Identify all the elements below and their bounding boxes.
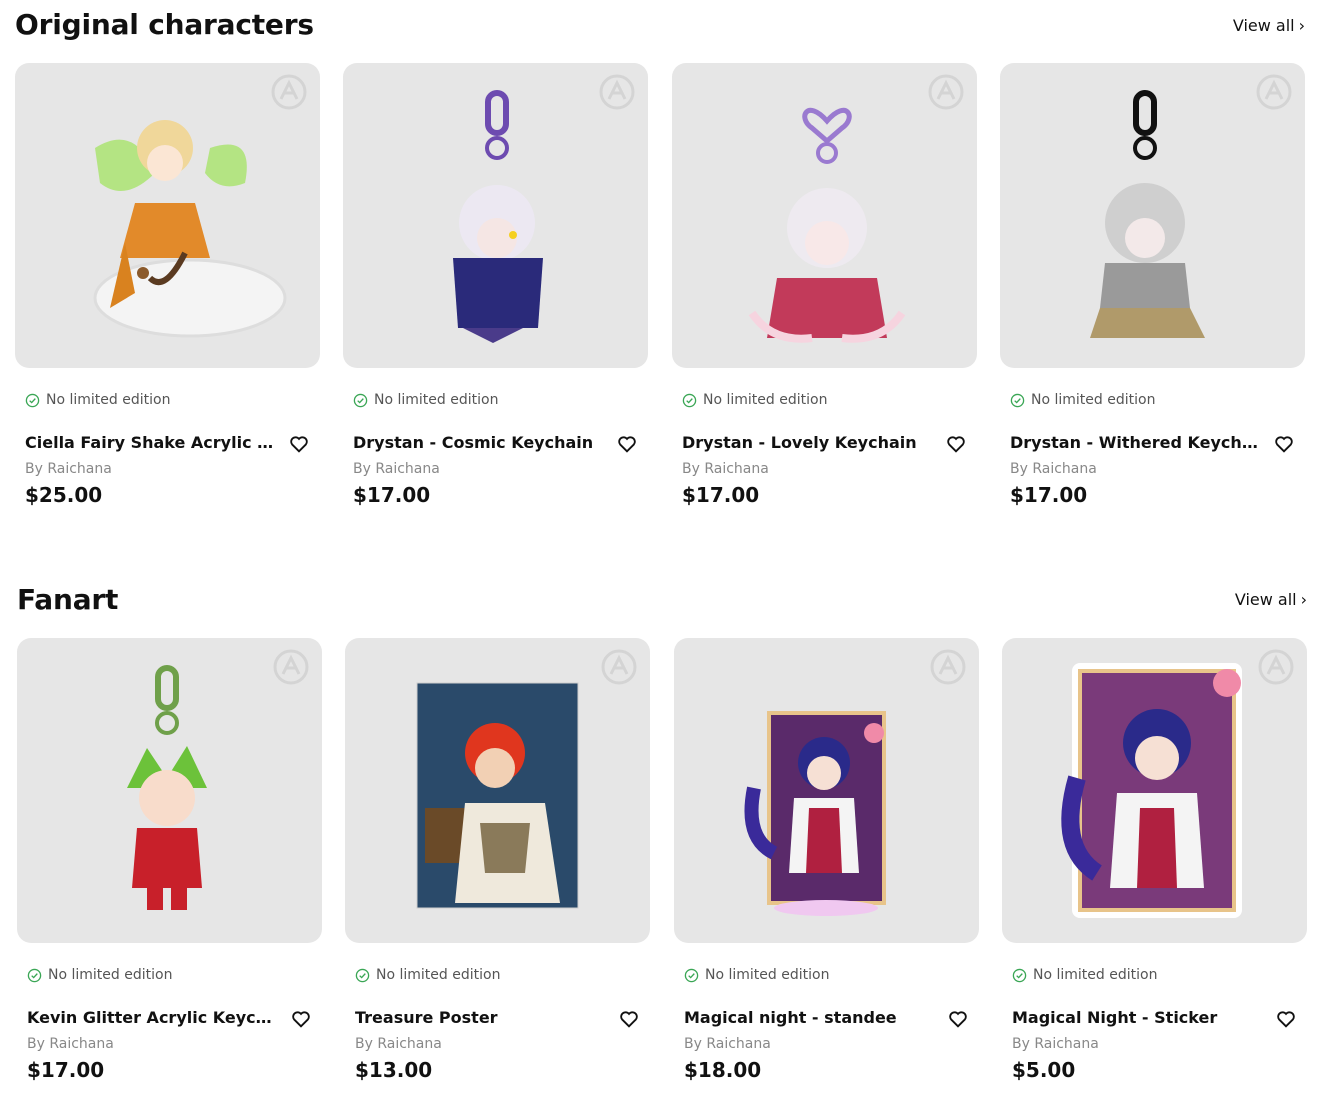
product-image[interactable]: [1002, 638, 1307, 943]
check-circle-icon: [684, 968, 699, 982]
edition-status: No limited edition: [1010, 392, 1155, 408]
edition-status: No limited edition: [27, 967, 172, 983]
product-image[interactable]: [672, 63, 977, 368]
product-author[interactable]: By Raichana: [27, 1036, 114, 1052]
heart-icon[interactable]: [618, 1008, 640, 1030]
heart-icon[interactable]: [1273, 433, 1295, 455]
product-title[interactable]: Drystan - Cosmic Keychain: [353, 433, 603, 452]
heart-icon[interactable]: [616, 433, 638, 455]
brand-logo-icon: [928, 74, 964, 110]
product-image[interactable]: [674, 638, 979, 943]
section-fanart: Fanart View all › No limited edition Kev…: [0, 575, 1335, 1105]
chevron-right-icon: ›: [1300, 590, 1307, 609]
edition-label: No limited edition: [1031, 392, 1156, 408]
edition-status: No limited edition: [353, 392, 498, 408]
product-card[interactable]: No limited edition Magical night - stand…: [674, 638, 979, 1082]
check-circle-icon: [353, 393, 368, 407]
edition-label: No limited edition: [48, 967, 173, 983]
view-all-label: View all: [1232, 16, 1295, 35]
view-all-link[interactable]: View all ›: [1233, 16, 1305, 35]
edition-label: No limited edition: [703, 392, 828, 408]
product-image[interactable]: [345, 638, 650, 943]
edition-label: No limited edition: [374, 392, 499, 408]
edition-status: No limited edition: [684, 967, 829, 983]
product-price: $18.00: [684, 1058, 762, 1082]
edition-status: No limited edition: [682, 392, 827, 408]
product-card[interactable]: No limited edition Drystan - Withered Ke…: [1000, 63, 1305, 507]
product-card[interactable]: No limited edition Drystan - Lovely Keyc…: [672, 63, 977, 507]
product-title[interactable]: Magical Night - Sticker: [1012, 1008, 1262, 1027]
heart-icon[interactable]: [1275, 1008, 1297, 1030]
check-circle-icon: [1012, 968, 1027, 982]
brand-logo-icon: [930, 649, 966, 685]
product-price: $25.00: [25, 483, 103, 507]
heart-icon[interactable]: [947, 1008, 969, 1030]
section-title: Original characters: [15, 8, 314, 41]
edition-status: No limited edition: [355, 967, 500, 983]
product-title[interactable]: Kevin Glitter Acrylic Keychai...: [27, 1008, 277, 1027]
product-price: $17.00: [353, 483, 431, 507]
brand-logo-icon: [1258, 649, 1294, 685]
brand-logo-icon: [273, 649, 309, 685]
product-price: $13.00: [355, 1058, 433, 1082]
check-circle-icon: [1010, 393, 1025, 407]
product-price: $17.00: [682, 483, 760, 507]
product-author[interactable]: By Raichana: [1010, 461, 1097, 477]
heart-icon[interactable]: [290, 1008, 312, 1030]
product-card[interactable]: No limited edition Ciella Fairy Shake Ac…: [15, 63, 320, 507]
product-card[interactable]: No limited edition Treasure Poster By Ra…: [345, 638, 650, 1082]
brand-logo-icon: [601, 649, 637, 685]
product-price: $5.00: [1012, 1058, 1076, 1082]
product-author[interactable]: By Raichana: [1012, 1036, 1099, 1052]
heart-icon[interactable]: [288, 433, 310, 455]
view-all-link[interactable]: View all ›: [1235, 590, 1307, 609]
product-title[interactable]: Drystan - Lovely Keychain: [682, 433, 932, 452]
product-author[interactable]: By Raichana: [25, 461, 112, 477]
chevron-right-icon: ›: [1298, 16, 1305, 35]
edition-label: No limited edition: [376, 967, 501, 983]
edition-status: No limited edition: [25, 392, 170, 408]
product-image[interactable]: [17, 638, 322, 943]
product-image[interactable]: [343, 63, 648, 368]
edition-label: No limited edition: [46, 392, 171, 408]
product-title[interactable]: Ciella Fairy Shake Acrylic St...: [25, 433, 275, 452]
product-title[interactable]: Magical night - standee: [684, 1008, 934, 1027]
check-circle-icon: [27, 968, 42, 982]
product-card[interactable]: No limited edition Magical Night - Stick…: [1002, 638, 1307, 1082]
product-author[interactable]: By Raichana: [682, 461, 769, 477]
product-author[interactable]: By Raichana: [353, 461, 440, 477]
brand-logo-icon: [1256, 74, 1292, 110]
product-title[interactable]: Treasure Poster: [355, 1008, 605, 1027]
edition-label: No limited edition: [705, 967, 830, 983]
product-price: $17.00: [1010, 483, 1088, 507]
check-circle-icon: [355, 968, 370, 982]
product-author[interactable]: By Raichana: [355, 1036, 442, 1052]
product-author[interactable]: By Raichana: [684, 1036, 771, 1052]
heart-icon[interactable]: [945, 433, 967, 455]
edition-status: No limited edition: [1012, 967, 1157, 983]
edition-label: No limited edition: [1033, 967, 1158, 983]
product-title[interactable]: Drystan - Withered Keychain: [1010, 433, 1260, 452]
product-card[interactable]: No limited edition Kevin Glitter Acrylic…: [17, 638, 322, 1082]
check-circle-icon: [682, 393, 697, 407]
product-image[interactable]: [1000, 63, 1305, 368]
check-circle-icon: [25, 393, 40, 407]
product-card[interactable]: No limited edition Drystan - Cosmic Keyc…: [343, 63, 648, 507]
section-title: Fanart: [17, 583, 119, 616]
view-all-label: View all: [1234, 590, 1297, 609]
product-image[interactable]: [15, 63, 320, 368]
brand-logo-icon: [271, 74, 307, 110]
brand-logo-icon: [599, 74, 635, 110]
product-price: $17.00: [27, 1058, 105, 1082]
section-original-characters: Original characters View all › No limite…: [0, 0, 1335, 540]
